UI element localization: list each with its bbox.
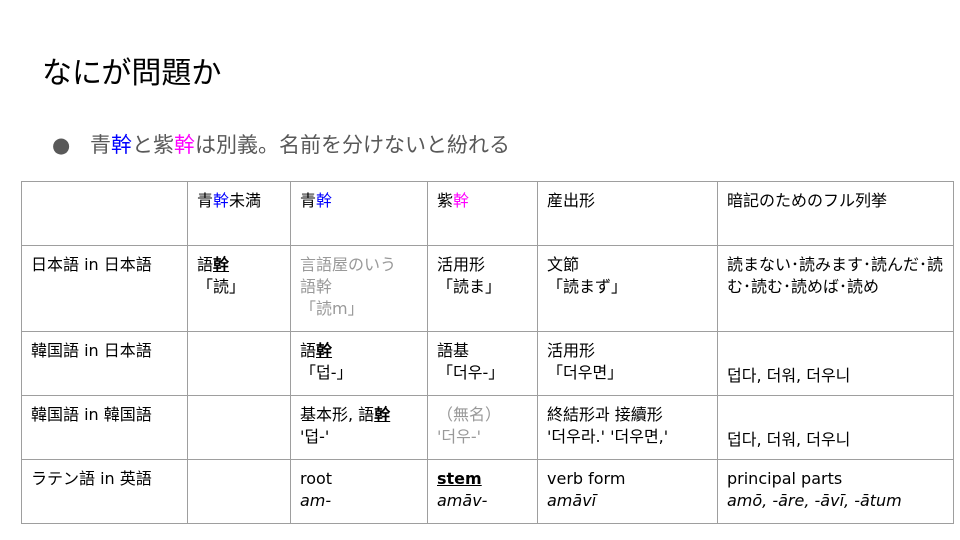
table-cell-empty (187, 395, 291, 460)
table-cell: 活用形 「読ま」 (427, 245, 538, 332)
table-cell: verb form amāvī (537, 459, 718, 524)
cell-text: 活用形 (437, 255, 486, 274)
header-cell-ao-kan-miman: 青幹未満 (187, 181, 291, 246)
bullet-text-3: は別義。名前を分けないと紛れる (195, 133, 510, 157)
bullet-text-2: と紫 (132, 133, 174, 157)
table-header-row: 青幹未満 青幹 紫幹 産出形 暗記のためのフル列挙 (21, 181, 954, 246)
cell-text-underlined: 幹 (213, 255, 230, 274)
table-cell: root am- (290, 459, 428, 524)
cell-text: 語基 (437, 341, 470, 360)
cell-text-italic: amāvī (547, 491, 597, 510)
header-cell-empty (21, 181, 188, 246)
row-label: 日本語 in 日本語 (21, 245, 188, 332)
cell-text: 「더우면」 (547, 363, 624, 382)
table-cell: 語幹「덥-」 (290, 331, 428, 396)
cell-text-gray: 語幹 (300, 277, 333, 296)
table-cell: （無名） '더우-' (427, 395, 538, 460)
header-cell-full-enumeration: 暗記のためのフル列挙 (717, 181, 954, 246)
header-cell-output-form: 産出形 (537, 181, 718, 246)
cell-text-gray: 言語屋のいう (300, 255, 397, 274)
cell-text: 活用形 (547, 341, 596, 360)
cell-text: 「더우-」 (437, 363, 505, 382)
cell-text: 終結形과 接續形 (547, 405, 663, 424)
slide-title: なにが問題か (42, 56, 222, 91)
table-row: 日本語 in 日本語 語幹 「読」 言語屋のいう 語幹 「読m」 活用形 「読ま」 文節… (21, 245, 954, 332)
cell-text: '덥-' (300, 427, 330, 446)
table-cell: 読まない･読みます･読んだ･読む･読む･読めば･読め (717, 245, 954, 332)
row-label: ラテン語 in 英語 (21, 459, 188, 524)
row-label: 韓国語 in 韓国語 (21, 395, 188, 460)
cell-text: 「読ま」 (437, 277, 502, 296)
table-cell-empty (187, 331, 291, 396)
row-label: 韓国語 in 日本語 (21, 331, 188, 396)
bullet-text-blue-kan: 幹 (111, 133, 132, 157)
cell-text-gray: '더우-' (437, 427, 482, 446)
cell-text: 文節 (547, 255, 580, 274)
table-row: 韓国語 in 韓国語 基本形, 語幹 '덥-' （無名） '더우-' 終結形과 接續… (21, 395, 954, 460)
bullet-dot: ● (52, 133, 71, 157)
cell-text: 語 (300, 341, 317, 360)
table-cell: 終結形과 接續形 '더우라.' '더우면,' (537, 395, 718, 460)
cell-text-underlined: 幹 (316, 341, 333, 360)
table-cell: 덥다, 더워, 더우니 (717, 395, 954, 460)
table-cell: 活用形「더우면」 (537, 331, 718, 396)
header-text-blue: 幹 (316, 191, 333, 210)
table-cell: 덥다, 더워, 더우니 (717, 331, 954, 396)
cell-text: 基本形, 語 (300, 405, 375, 424)
header-cell-murasaki-kan: 紫幹 (427, 181, 538, 246)
cell-text: 「読」 (197, 277, 246, 296)
cell-text-italic: am- (300, 491, 332, 510)
cell-text-gray: （無名） (437, 405, 502, 424)
table-cell: principal parts amō, -āre, -āvī, -ātum (717, 459, 954, 524)
cell-text-underlined: stem (437, 469, 482, 488)
header-cell-ao-kan: 青幹 (290, 181, 428, 246)
cell-text-gray: 「読m」 (300, 299, 364, 318)
bullet-item: ● 青幹と紫幹は別義。名前を分けないと紛れる (52, 130, 510, 160)
cell-text: principal parts (727, 469, 843, 488)
bullet-text-magenta-kan: 幹 (174, 133, 195, 157)
cell-text: root (300, 469, 333, 488)
comparison-table: 青幹未満 青幹 紫幹 産出形 暗記のためのフル列挙 日本語 in 日本語 語幹「… (21, 181, 954, 524)
table-cell: 語幹 「読」 (187, 245, 291, 332)
header-text: 未満 (229, 191, 262, 210)
table-cell-empty (187, 459, 291, 524)
table-row: 韓国語 in 日本語 語幹「덥-」 語基「더우-」 活用形「더우면」 덥다, 더… (21, 331, 954, 396)
cell-text: 語 (197, 255, 214, 274)
table-row: ラテン語 in 英語 root am- stem amāv- verb form am… (21, 459, 954, 524)
cell-text-italic: amāv- (437, 491, 488, 510)
header-text: 青 (197, 191, 214, 210)
cell-text-underlined: 幹 (374, 405, 391, 424)
cell-text: '더우라.' '더우면,' (547, 427, 669, 446)
header-text: 青 (300, 191, 317, 210)
table-cell: 基本形, 語幹 '덥-' (290, 395, 428, 460)
header-text-blue: 幹 (213, 191, 230, 210)
table-cell: 語基「더우-」 (427, 331, 538, 396)
cell-text: 「読まず」 (547, 277, 628, 296)
table-cell: 言語屋のいう 語幹「読m」 (290, 245, 428, 332)
bullet-text-1: 青 (90, 133, 111, 157)
cell-text: verb form (547, 469, 626, 488)
cell-text: 「덥-」 (300, 363, 353, 382)
header-text: 紫 (437, 191, 454, 210)
cell-text-italic: amō, -āre, -āvī, -ātum (727, 491, 902, 510)
table-cell: stem amāv- (427, 459, 538, 524)
header-text-magenta: 幹 (453, 191, 470, 210)
table-cell: 文節 「読まず」 (537, 245, 718, 332)
